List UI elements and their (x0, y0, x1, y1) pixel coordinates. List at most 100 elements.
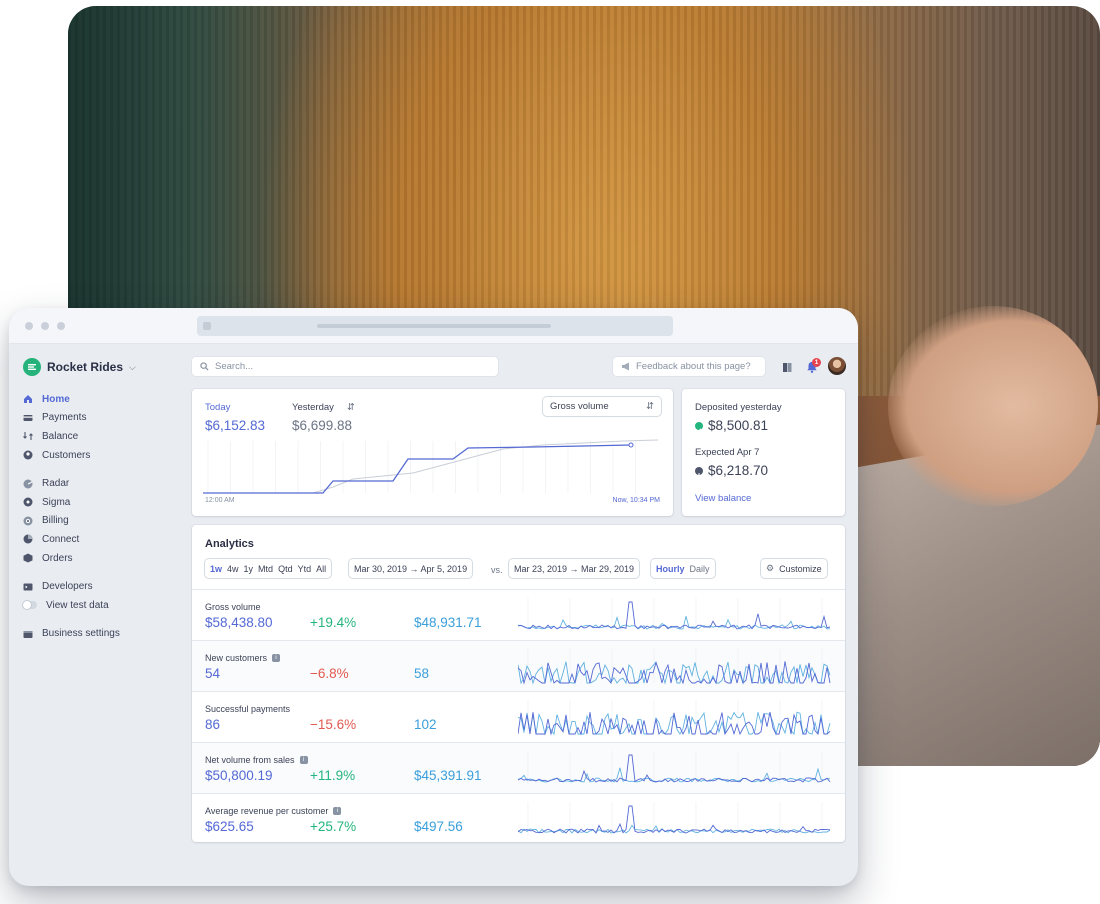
metric-previous-value: 102 (414, 717, 437, 732)
view-balance-link[interactable]: View balance (695, 493, 751, 504)
metric-name: Gross volume (205, 602, 261, 612)
expected-label: Expected Apr 7 (695, 447, 760, 458)
range-option-all[interactable]: All (316, 564, 326, 574)
sidebar-item-home[interactable]: Home (23, 390, 183, 409)
range-option-4w[interactable]: 4w (227, 564, 239, 574)
balance-card: Deposited yesterday $8,500.81 Expected A… (682, 389, 845, 516)
compare-range-picker[interactable]: Mar 23, 2019 → Mar 29, 2019 (509, 559, 640, 578)
metric-change: −6.8% (310, 666, 349, 681)
orders-icon (23, 553, 33, 563)
sidebar-item-customers[interactable]: Customers (23, 446, 183, 465)
sidebar-item-label: Developers (42, 581, 93, 593)
customize-button[interactable]: ⚙ Customize (761, 559, 827, 578)
metric-row[interactable]: Net volume from sales i $50,800.19 +11.9% $4… (192, 742, 845, 793)
sidebar-item-label: View test data (46, 599, 109, 611)
metric-select[interactable]: Gross volume ⇵ (543, 397, 661, 416)
sigma-icon (23, 497, 33, 507)
maximize-dot[interactable] (57, 322, 65, 330)
customize-label: Customize (779, 563, 822, 574)
check-circle-icon (695, 421, 703, 432)
metric-select-value: Gross volume (550, 401, 609, 412)
sidebar-item-developers[interactable]: Developers (23, 577, 183, 596)
account-name: Rocket Rides (47, 360, 124, 374)
granularity-option-hourly[interactable]: Hourly (656, 564, 685, 574)
metric-sparkline (518, 649, 831, 685)
notification-badge: 1 (812, 358, 821, 367)
date-range-value: Mar 30, 2019 → Apr 5, 2019 (354, 563, 468, 574)
metric-name-row: Average revenue per customer i (205, 806, 342, 816)
sidebar-item-business-settings[interactable]: Business settings (23, 625, 183, 644)
today-label: Today (205, 402, 231, 413)
address-bar[interactable] (197, 316, 673, 336)
sidebar-item-sigma[interactable]: Sigma (23, 493, 183, 512)
search-placeholder: Search... (215, 361, 254, 372)
sparkline-previous-series (518, 767, 831, 783)
yesterday-label: Yesterday (292, 402, 334, 413)
range-option-qtd[interactable]: Qtd (278, 564, 293, 574)
metric-change: −15.6% (310, 717, 357, 732)
metric-name: Average revenue per customer (205, 806, 329, 816)
sidebar-item-connect[interactable]: Connect (23, 530, 183, 549)
sparkline-current-series (518, 601, 831, 630)
deposited-value: $8,500.81 (708, 418, 769, 433)
range-option-ytd[interactable]: Ytd (298, 564, 312, 574)
sidebar-item-view-test-data[interactable]: View test data (23, 596, 183, 615)
yesterday-selector[interactable]: Yesterday ⇵ (292, 402, 355, 413)
today-value: $6,152.83 (205, 418, 266, 433)
sidebar-item-label: Orders (42, 552, 73, 564)
analytics-card: Analytics 1w 4w 1y Mtd Qtd Ytd All Mar 30, 201… (192, 525, 845, 842)
range-option-1w[interactable]: 1w (210, 564, 222, 574)
range-selector[interactable]: 1w 4w 1y Mtd Qtd Ytd All (205, 559, 332, 578)
metric-name: Net volume from sales (205, 755, 295, 765)
today-card: Today Yesterday ⇵ $6,152.83 $6,699.88 Gro… (192, 389, 673, 516)
sidebar-item-label: Balance (42, 430, 79, 442)
updown-chevron-icon: ⇵ (346, 402, 355, 413)
metric-previous-value: $48,931.71 (414, 615, 482, 630)
deposited-label: Deposited yesterday (695, 402, 782, 413)
metric-sparkline (518, 802, 831, 836)
user-avatar[interactable] (828, 357, 846, 375)
sidebar-item-billing[interactable]: Billing (23, 512, 183, 531)
radar-icon (23, 479, 33, 489)
metric-row[interactable]: Gross volume $58,438.80 +19.4% $48,931.71 (192, 589, 845, 640)
sidebar-item-orders[interactable]: Orders (23, 549, 183, 568)
close-dot[interactable] (25, 322, 33, 330)
range-option-mtd[interactable]: Mtd (258, 564, 273, 574)
sidebar-item-label: Sigma (42, 496, 71, 508)
info-icon[interactable]: i (333, 807, 342, 815)
account-switcher[interactable]: Rocket Rides ⌵ (23, 358, 136, 376)
updown-chevron-icon: ⇵ (646, 401, 654, 412)
granularity-selector[interactable]: Hourly Daily (651, 559, 715, 578)
window-controls[interactable] (25, 322, 65, 330)
metric-change: +19.4% (310, 615, 357, 630)
megaphone-icon (622, 362, 629, 371)
metric-row[interactable]: New customers i 54 −6.8% 58 (192, 640, 845, 691)
customers-icon (23, 450, 33, 460)
metric-row[interactable]: Successful payments 86 −15.6% 102 (192, 691, 845, 742)
feedback-button[interactable]: Feedback about this page? (613, 357, 765, 376)
search-input[interactable]: Search... (192, 357, 498, 376)
range-option-1y[interactable]: 1y (244, 564, 254, 574)
metric-row[interactable]: Average revenue per customer i $625.65 +25.… (192, 793, 845, 844)
connect-icon (23, 534, 33, 544)
clock-icon (695, 466, 703, 476)
sidebar-item-label: Home (42, 393, 70, 405)
docs-book-icon[interactable] (780, 360, 794, 374)
metric-change: +25.7% (310, 819, 357, 834)
date-range-picker[interactable]: Mar 30, 2019 → Apr 5, 2019 (349, 559, 473, 578)
analytics-title: Analytics (205, 538, 254, 550)
metric-sparkline (518, 700, 831, 736)
toggle-icon[interactable] (23, 601, 37, 610)
dashboard-window: Rocket Rides ⌵ Home Payments Balance Custom… (9, 308, 858, 886)
sidebar-item-payments[interactable]: Payments (23, 409, 183, 428)
granularity-option-daily[interactable]: Daily (690, 564, 710, 574)
sidebar-item-radar[interactable]: Radar (23, 474, 183, 493)
info-icon[interactable]: i (272, 654, 281, 662)
info-icon[interactable]: i (299, 756, 308, 764)
sidebar-item-balance[interactable]: Balance (23, 427, 183, 446)
axis-start-label: 12:00 AM (205, 497, 235, 504)
today-line (203, 444, 632, 494)
metric-value: $58,438.80 (205, 615, 273, 630)
minimize-dot[interactable] (41, 322, 49, 330)
expected-value-row: $6,218.70 (695, 463, 768, 478)
